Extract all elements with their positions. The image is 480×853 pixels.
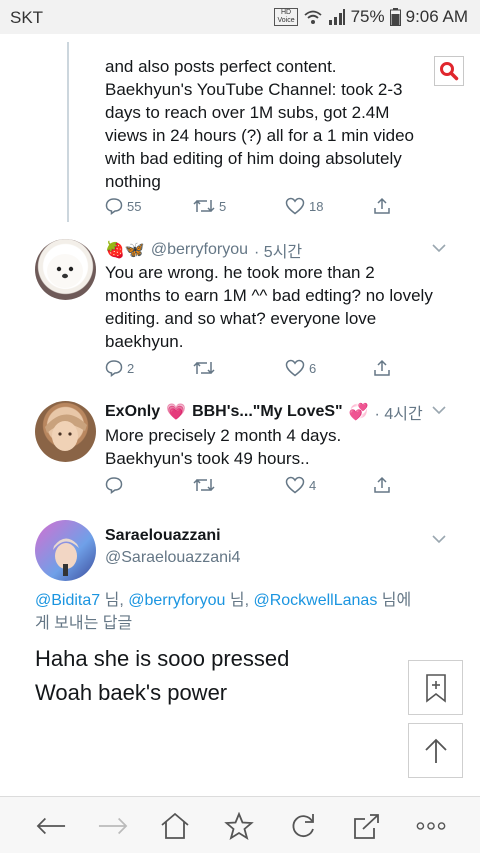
retweet-button[interactable]	[193, 476, 219, 494]
replying-to: @Bidita7 님, @berryforyou 님, @RockwellLan…	[35, 592, 412, 632]
home-button[interactable]	[160, 811, 190, 841]
clock: 9:06 AM	[405, 7, 468, 26]
focused-text-line-1: Haha she is sooo pressed	[35, 646, 290, 671]
retweet-button[interactable]	[193, 359, 219, 377]
battery-icon	[389, 8, 401, 26]
retweet-icon	[193, 199, 215, 213]
reply-button[interactable]: 2	[105, 359, 134, 377]
like-button[interactable]: 6	[285, 359, 316, 377]
share-icon	[374, 476, 390, 493]
thread-line	[67, 42, 69, 222]
reply-icon	[105, 477, 123, 494]
home-icon	[161, 812, 189, 839]
like-count: 6	[309, 360, 317, 376]
reload-icon	[292, 814, 314, 838]
heart-emoji-icon: 💗	[166, 404, 187, 421]
tweet-2-text: You are wrong. he took more than 2 month…	[105, 263, 433, 351]
wifi-icon	[304, 10, 322, 24]
tweet-3-text: More precisely 2 month 4 days. Baekhyun'…	[105, 426, 342, 468]
share-page-button[interactable]	[352, 811, 382, 841]
forward-button[interactable]	[98, 811, 128, 841]
like-count: 18	[309, 198, 324, 214]
heart-icon	[285, 197, 305, 215]
star-icon	[224, 812, 254, 840]
hd-voice-icon: HD Voice	[274, 8, 298, 26]
retweet-icon	[193, 361, 215, 375]
mention-link[interactable]: @RockwellLanas	[253, 592, 377, 609]
tweet-time: · 4시간	[374, 406, 423, 423]
emoji-name: 🍓🦋	[105, 242, 145, 259]
share-icon	[374, 197, 390, 214]
like-count: 4	[309, 477, 317, 493]
share-button[interactable]	[373, 476, 391, 494]
browser-toolbar	[0, 796, 480, 853]
signal-icon	[328, 9, 345, 25]
puppy-avatar-image	[47, 254, 83, 288]
status-bar: SKT HD Voice 75% 9:06 AM	[0, 0, 480, 34]
like-button[interactable]: 18	[285, 197, 323, 215]
tweet-1-actions: 55 5 18	[105, 197, 405, 219]
reply-count: 55	[127, 198, 142, 214]
retweet-button[interactable]: 5	[193, 197, 226, 215]
scroll-top-button[interactable]	[408, 723, 463, 778]
avatar-berryforyou[interactable]	[35, 239, 96, 300]
battery-percent: 75%	[350, 7, 385, 26]
avatar-saraelouazzani[interactable]	[35, 520, 96, 581]
sparkle-heart-emoji-icon: 💞	[348, 404, 369, 421]
person-avatar-image	[53, 538, 79, 576]
reply-count: 2	[127, 360, 135, 376]
share-icon	[374, 359, 390, 376]
like-button[interactable]: 4	[285, 476, 316, 494]
share-button[interactable]	[373, 359, 391, 377]
share-out-icon	[354, 814, 379, 839]
mention-link[interactable]: @Bidita7	[35, 592, 100, 609]
bookmark-add-button[interactable]	[408, 660, 463, 715]
retweet-icon	[193, 478, 215, 492]
arrow-right-icon	[98, 817, 128, 835]
tweet-1-text: and also posts perfect content. Baekhyun…	[105, 57, 414, 191]
reply-icon	[105, 198, 123, 215]
heart-icon	[285, 476, 305, 494]
bookmarks-button[interactable]	[224, 811, 254, 841]
tweet-2-header: 🍓🦋 @berryforyou · 5시간	[105, 238, 302, 262]
heart-icon	[285, 359, 305, 377]
retweet-count: 5	[219, 198, 227, 214]
avatar-exonly[interactable]	[35, 401, 96, 462]
tweet-time: · 5시간	[254, 244, 303, 261]
reply-button[interactable]: 55	[105, 197, 141, 215]
tweet-2-actions: 2 6	[105, 359, 405, 381]
chevron-down-icon[interactable]	[431, 242, 447, 254]
more-dots-icon	[416, 822, 446, 830]
focused-handle[interactable]: @Saraelouazzani4	[105, 549, 240, 567]
reply-icon	[105, 360, 123, 377]
bookmark-plus-icon	[425, 673, 446, 703]
carrier-label: SKT	[10, 8, 44, 27]
tweet-3-header: ExOnly 💗 BBH's..."My LoveS" 💞 · 4시간	[105, 400, 423, 424]
back-button[interactable]	[36, 811, 66, 841]
focused-text-line-2: Woah baek's power	[35, 680, 228, 705]
arrow-left-icon	[36, 817, 66, 835]
focused-name[interactable]: Saraelouazzani	[105, 527, 221, 545]
more-menu-button[interactable]	[416, 811, 446, 841]
reply-button[interactable]	[105, 476, 127, 494]
display-name-part2[interactable]: BBH's..."My LoveS"	[192, 403, 343, 421]
mention-link[interactable]: @berryforyou	[128, 592, 225, 609]
tweet-3-actions: 4	[105, 476, 405, 498]
display-name-part1[interactable]: ExOnly	[105, 403, 160, 421]
chevron-down-icon[interactable]	[431, 404, 447, 416]
reload-button[interactable]	[288, 811, 318, 841]
user-handle[interactable]: @berryforyou	[151, 241, 248, 259]
chevron-down-icon[interactable]	[431, 533, 447, 545]
arrow-up-icon	[424, 738, 447, 763]
person-avatar-image	[45, 414, 87, 451]
share-button[interactable]	[373, 197, 391, 215]
